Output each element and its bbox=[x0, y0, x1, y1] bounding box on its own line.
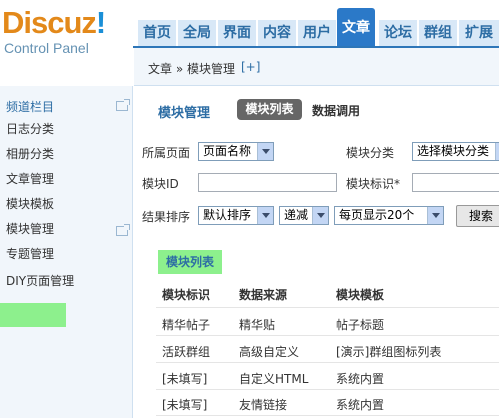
per-page-select[interactable]: 每页显示20个 bbox=[334, 206, 444, 225]
cell-template: 系统内置 bbox=[336, 372, 385, 386]
cell-tag[interactable]: 精华帖子 bbox=[162, 316, 210, 333]
category-select-value: 选择模块分类 bbox=[417, 144, 490, 158]
brand-subtitle: Control Panel bbox=[4, 40, 89, 56]
chevron-down-icon bbox=[312, 207, 328, 224]
sidebar-item-diy-page[interactable]: DIY页面管理 bbox=[6, 270, 74, 292]
chevron-down-icon bbox=[427, 207, 443, 224]
page-select[interactable]: 页面名称 bbox=[198, 142, 274, 161]
breadcrumb-add-shortcut[interactable]: [+] bbox=[241, 60, 260, 74]
sidebar-item-block-manage[interactable]: 模块管理 bbox=[6, 218, 54, 240]
sort-select[interactable]: 默认排序 bbox=[198, 206, 274, 225]
page-title: 模块管理 bbox=[158, 106, 211, 121]
logo: Discuz! Control Panel bbox=[0, 0, 133, 86]
nav-tab-article[interactable]: 文章 bbox=[337, 8, 375, 48]
chevron-down-icon bbox=[257, 143, 273, 160]
sidebar-item-article-manage[interactable]: 文章管理 bbox=[6, 168, 54, 190]
nav-tab-global[interactable]: 全局 bbox=[178, 20, 216, 46]
nav-tab-group[interactable]: 群组 bbox=[419, 20, 457, 46]
chevron-down-icon bbox=[257, 207, 273, 224]
search-button[interactable]: 搜索 bbox=[456, 205, 499, 227]
nav-tab-interface[interactable]: 界面 bbox=[218, 20, 256, 46]
cell-tag[interactable]: [未填写] bbox=[162, 370, 207, 387]
order-select[interactable]: 递减 bbox=[279, 206, 329, 225]
column-header-tag: 模块标识 bbox=[162, 288, 211, 302]
page-select-value: 页面名称 bbox=[203, 144, 252, 158]
row-divider bbox=[156, 389, 499, 390]
row-divider bbox=[156, 362, 499, 363]
sort-select-value: 默认排序 bbox=[203, 208, 252, 222]
row-divider bbox=[156, 307, 499, 308]
column-header-template: 模块模板 bbox=[336, 288, 385, 302]
top-nav: 首页 全局 界面 内容 用户 文章 论坛 群组 扩展 bbox=[133, 0, 499, 48]
cell-source: 自定义HTML bbox=[239, 372, 309, 386]
cell-source: 友情链接 bbox=[239, 398, 288, 412]
sort-label: 结果排序 bbox=[142, 210, 191, 224]
sidebar: 频道栏目 日志分类 相册分类 文章管理 模块模板 模块管理 专题管理 DIY页面… bbox=[0, 86, 133, 418]
nav-tab-home[interactable]: 首页 bbox=[138, 20, 176, 46]
order-select-value: 递减 bbox=[284, 208, 309, 222]
breadcrumb: 文章 » 模块管理 [+] bbox=[134, 48, 499, 86]
tab-data-call[interactable]: 数据调用 bbox=[312, 102, 360, 119]
block-id-input[interactable] bbox=[198, 173, 337, 192]
cell-template: 帖子标题 bbox=[336, 318, 385, 332]
sidebar-item-block-template[interactable]: 模块模板 bbox=[6, 193, 54, 215]
block-tag-label: 模块标识* bbox=[346, 177, 401, 191]
nav-tab-content[interactable]: 内容 bbox=[258, 20, 296, 46]
tab-block-list[interactable]: 模块列表 bbox=[237, 99, 302, 120]
column-header-source: 数据来源 bbox=[239, 288, 288, 302]
sidebar-item-album-category[interactable]: 相册分类 bbox=[6, 143, 54, 165]
nav-tab-users[interactable]: 用户 bbox=[298, 20, 336, 46]
cell-template: 系统内置 bbox=[336, 398, 385, 412]
cell-source: 高级自定义 bbox=[239, 345, 300, 359]
sidebar-active-highlight bbox=[0, 303, 66, 327]
brand-logo: Discuz! bbox=[2, 5, 106, 40]
nav-tab-extend[interactable]: 扩展 bbox=[459, 20, 499, 46]
cell-tag[interactable]: 活跃群组 bbox=[162, 343, 210, 360]
sidebar-header[interactable]: 频道栏目 bbox=[0, 96, 133, 118]
cell-tag[interactable]: [未填写] bbox=[162, 396, 207, 413]
popout-icon[interactable] bbox=[116, 224, 130, 236]
row-divider bbox=[156, 335, 499, 336]
per-page-select-value: 每页显示20个 bbox=[339, 208, 415, 222]
chevron-down-icon bbox=[495, 143, 499, 160]
nav-tab-forum[interactable]: 论坛 bbox=[379, 20, 417, 46]
list-section-title: 模块列表 bbox=[158, 250, 222, 274]
cell-template: [演示]群组图标列表 bbox=[336, 345, 442, 359]
breadcrumb-path: 文章 » 模块管理 bbox=[148, 62, 235, 76]
block-id-label: 模块ID bbox=[142, 177, 179, 191]
category-filter-label: 模块分类 bbox=[346, 146, 395, 160]
sidebar-item-blog-category[interactable]: 日志分类 bbox=[6, 118, 54, 140]
category-select[interactable]: 选择模块分类 bbox=[412, 142, 499, 161]
page-filter-label: 所属页面 bbox=[142, 146, 191, 160]
main-content: 模块管理 模块列表 数据调用 所属页面 页面名称 模块分类 选择模块分类 模块I… bbox=[134, 87, 499, 418]
row-divider bbox=[156, 415, 499, 416]
popout-icon[interactable] bbox=[116, 99, 130, 111]
block-tag-input[interactable] bbox=[412, 173, 499, 192]
sidebar-item-topic-manage[interactable]: 专题管理 bbox=[6, 243, 54, 265]
cell-source: 精华贴 bbox=[239, 318, 276, 332]
